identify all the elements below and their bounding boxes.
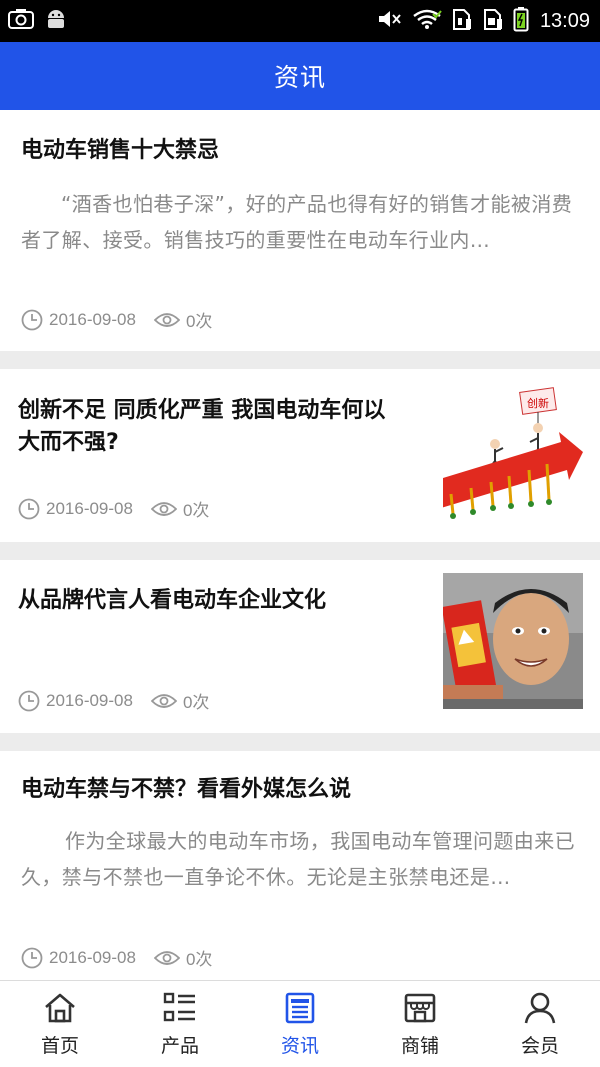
- eye-icon: [150, 692, 177, 710]
- tab-products-label: 产品: [160, 1035, 199, 1057]
- camera-icon: [8, 8, 34, 34]
- tab-news-label: 资讯: [280, 1035, 319, 1057]
- news-views: 0次: [185, 950, 213, 969]
- status-bar: 13:09: [0, 0, 600, 42]
- news-title[interactable]: 创新不足 同质化严重 我国电动车何以大而不强?: [18, 395, 398, 459]
- tab-home-label: 首页: [40, 1035, 79, 1057]
- spokesperson-photo[interactable]: [443, 573, 583, 709]
- news-list[interactable]: 电动车销售十大禁忌 “酒香也怕巷子深”，好的产品也得有好的销售才能被消费者了解、…: [0, 110, 600, 980]
- wifi-icon: [412, 8, 442, 34]
- news-date: 2016-09-08: [46, 690, 133, 710]
- mute-icon: [377, 8, 403, 34]
- news-date: 2016-09-08: [46, 498, 133, 518]
- clock-icon: [18, 690, 40, 712]
- sim2-icon: [482, 7, 504, 35]
- status-right: 13:09: [377, 6, 590, 36]
- news-card[interactable]: 从品牌代言人看电动车企业文化 2016-09-08 0次: [0, 560, 600, 733]
- news-card[interactable]: 电动车销售十大禁忌 “酒香也怕巷子深”，好的产品也得有好的销售才能被消费者了解、…: [0, 110, 600, 351]
- news-summary: 作为全球最大的电动车市场，我国电动车管理问题由来已久，禁与不禁也一直争论不休。无…: [21, 829, 575, 889]
- tab-shop-label: 商铺: [400, 1035, 439, 1057]
- document-icon: [282, 990, 318, 1026]
- clock-icon: [21, 947, 43, 969]
- tab-member-label: 会员: [520, 1035, 559, 1057]
- news-title[interactable]: 从品牌代言人看电动车企业文化: [18, 585, 428, 617]
- tab-member[interactable]: 会员: [480, 981, 600, 1067]
- sim1-icon: [451, 7, 473, 35]
- innovation-sign-text: 创新: [527, 396, 549, 410]
- tab-news[interactable]: 资讯: [240, 981, 360, 1067]
- news-meta: 2016-09-08 0次: [21, 307, 212, 332]
- status-left: [8, 7, 68, 35]
- news-date: 2016-09-08: [49, 309, 136, 329]
- eye-icon: [150, 500, 177, 518]
- clock-icon: [18, 498, 40, 520]
- innovation-arrow-illustration[interactable]: 创新: [443, 386, 583, 520]
- bottom-tab-bar: 首页 产品 资讯 商铺 会员: [0, 980, 600, 1067]
- news-card[interactable]: 创新不足 同质化严重 我国电动车何以大而不强? 创新 2016-09-08 0次: [0, 369, 600, 542]
- list-icon: [162, 990, 198, 1026]
- page-title: 资讯: [273, 63, 326, 92]
- status-time: 13:09: [539, 9, 590, 32]
- news-title[interactable]: 电动车销售十大禁忌: [21, 135, 581, 167]
- tab-shop[interactable]: 商铺: [360, 981, 480, 1067]
- news-views: 0次: [182, 693, 210, 712]
- home-icon: [42, 990, 78, 1026]
- news-title[interactable]: 电动车禁与不禁？看看外媒怎么说: [21, 774, 581, 806]
- news-meta: 2016-09-08 0次: [18, 496, 209, 521]
- news-card[interactable]: 电动车禁与不禁？看看外媒怎么说 作为全球最大的电动车市场，我国电动车管理问题由来…: [0, 751, 600, 980]
- news-views: 0次: [182, 501, 210, 520]
- eye-icon: [153, 311, 180, 329]
- tab-products[interactable]: 产品: [120, 981, 240, 1067]
- user-icon: [522, 990, 558, 1026]
- eye-icon: [153, 949, 180, 967]
- news-views: 0次: [185, 312, 213, 331]
- news-date: 2016-09-08: [49, 947, 136, 967]
- news-summary: “酒香也怕巷子深”，好的产品也得有好的销售才能被消费者了解、接受。销售技巧的重要…: [21, 192, 573, 252]
- news-meta: 2016-09-08 0次: [21, 945, 212, 970]
- app-header: 资讯: [0, 42, 600, 110]
- android-icon: [44, 7, 68, 35]
- battery-icon: [513, 6, 529, 36]
- news-meta: 2016-09-08 0次: [18, 688, 209, 713]
- shop-icon: [402, 990, 438, 1026]
- clock-icon: [21, 309, 43, 331]
- tab-home[interactable]: 首页: [0, 981, 120, 1067]
